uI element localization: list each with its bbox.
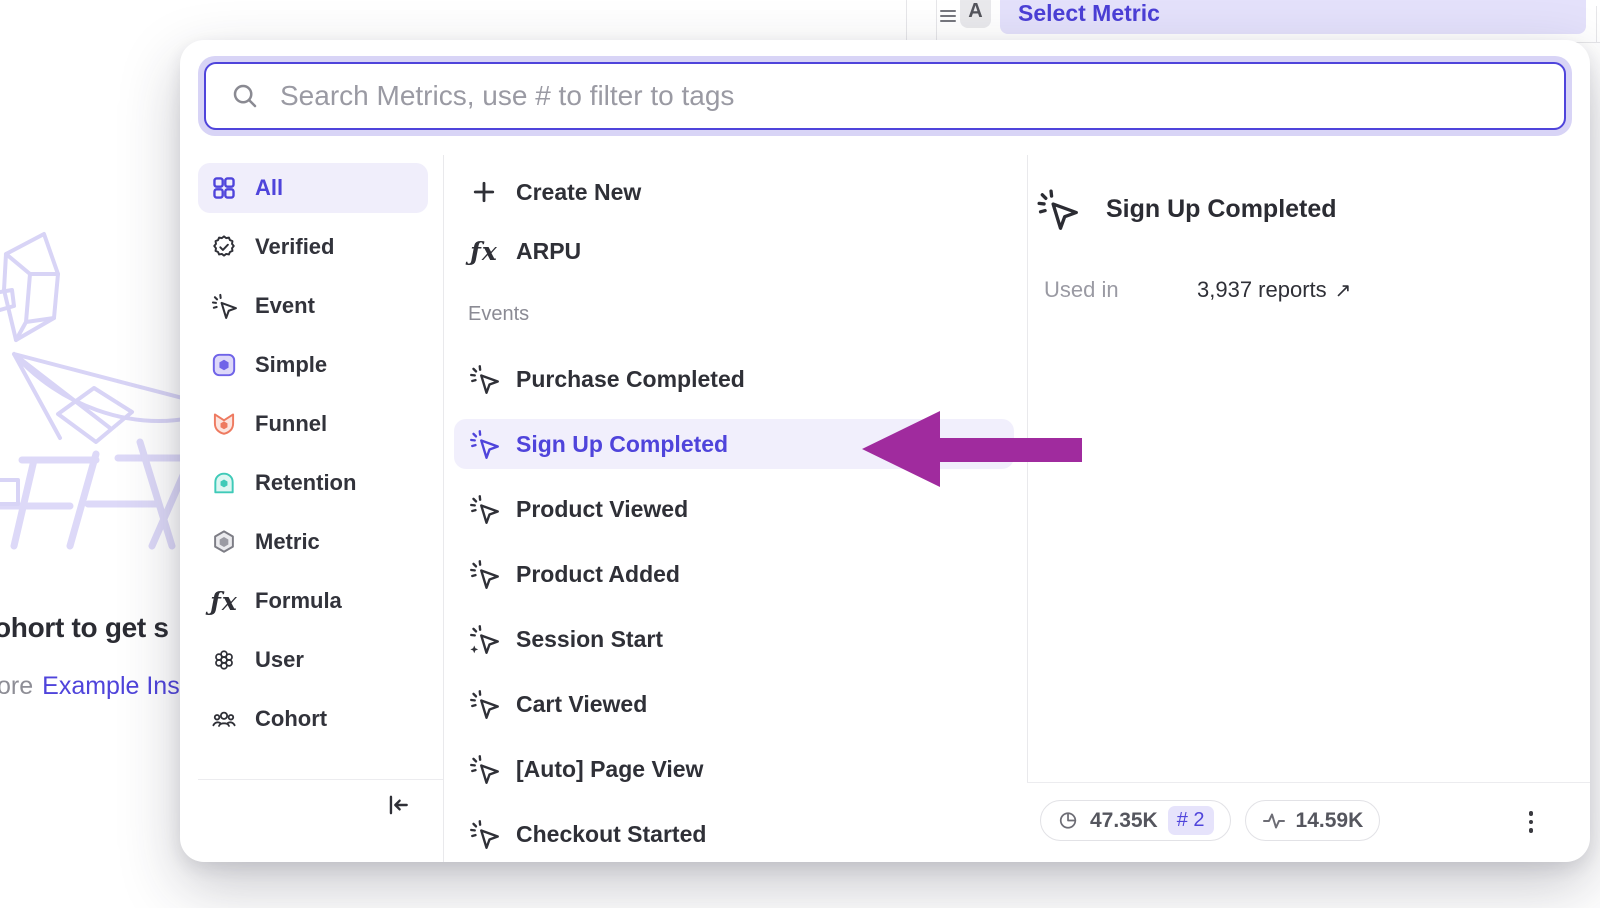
collapse-sidebar-button[interactable] xyxy=(377,785,419,825)
search-bar[interactable] xyxy=(204,62,1566,130)
sidebar-item-simple[interactable]: Simple xyxy=(198,340,428,390)
activity-count-chip[interactable]: 14.59K xyxy=(1245,800,1381,841)
custom-event-cursor-icon xyxy=(468,623,500,655)
kebab-menu-button[interactable] xyxy=(1518,805,1544,839)
list-item-label: Checkout Started xyxy=(516,821,706,848)
filter-sidebar: All Verified Event xyxy=(198,155,443,753)
sidebar-item-label: Retention xyxy=(255,470,356,496)
sidebar-item-cohort[interactable]: Cohort xyxy=(198,694,428,744)
north-east-arrow-icon: ↗ xyxy=(1335,278,1352,303)
sidebar-item-metric[interactable]: Metric xyxy=(198,517,428,567)
detail-title: Sign Up Completed xyxy=(1106,195,1337,224)
list-item-checkout-started[interactable]: Checkout Started xyxy=(454,809,1014,859)
formula-fx-icon: ƒx xyxy=(468,235,500,267)
event-cursor-icon xyxy=(468,558,500,590)
list-item-product-added[interactable]: Product Added xyxy=(454,549,1014,599)
rank-badge: # 2 xyxy=(1168,806,1214,835)
sidebar-item-event[interactable]: Event xyxy=(198,281,428,331)
sidebar-item-label: Event xyxy=(255,293,315,319)
panel-border xyxy=(1596,6,1597,42)
event-cursor-icon xyxy=(468,363,500,395)
event-cursor-icon xyxy=(211,293,237,319)
create-new-button[interactable]: Create New xyxy=(454,167,1014,217)
list-item-label: Sign Up Completed xyxy=(516,431,728,458)
sidebar-item-formula[interactable]: ƒx Formula xyxy=(198,576,428,626)
list-item-purchase-completed[interactable]: Purchase Completed xyxy=(454,354,1014,404)
cohort-people-icon xyxy=(211,706,237,732)
decorative-wireframe-art xyxy=(0,222,190,552)
event-cursor-icon xyxy=(468,688,500,720)
sidebar-item-label: User xyxy=(255,647,304,673)
simple-metric-icon xyxy=(211,352,237,378)
annotation-arrow xyxy=(850,400,1090,500)
sidebar-item-user[interactable]: User xyxy=(198,635,428,685)
list-item-arpu[interactable]: ƒx ARPU xyxy=(454,226,1014,276)
sidebar-item-verified[interactable]: Verified xyxy=(198,222,428,272)
empty-state-heading: ohort to get s xyxy=(0,612,169,644)
user-cluster-icon xyxy=(211,647,237,673)
list-item-label: [Auto] Page View xyxy=(516,756,703,783)
panel-border xyxy=(936,0,937,42)
sidebar-item-label: Funnel xyxy=(255,411,327,437)
used-in-label: Used in xyxy=(1044,277,1197,303)
list-item-label: Session Start xyxy=(516,626,663,653)
sidebar-item-label: All xyxy=(255,175,283,201)
list-item-cart-viewed[interactable]: Cart Viewed xyxy=(454,679,1014,729)
stat-value: 47.35K xyxy=(1090,809,1158,833)
list-item-label: Cart Viewed xyxy=(516,691,647,718)
sidebar-item-label: Cohort xyxy=(255,706,327,732)
sidebar-item-label: Verified xyxy=(255,234,334,260)
detail-footer-divider xyxy=(1027,782,1590,783)
drag-handle-icon[interactable] xyxy=(938,4,958,26)
list-item-label: Product Added xyxy=(516,561,680,588)
metric-list: Create New ƒx ARPU Events Purchase Compl… xyxy=(444,155,1027,862)
list-item-label: Product Viewed xyxy=(516,496,688,523)
select-metric-label: Select Metric xyxy=(1018,0,1160,27)
metric-hexagon-icon xyxy=(211,529,237,555)
search-input[interactable] xyxy=(280,80,1540,112)
grid-icon xyxy=(211,175,237,201)
panel-border xyxy=(906,0,907,42)
metric-letter-badge: A xyxy=(960,0,991,28)
stat-value: 14.59K xyxy=(1296,809,1364,833)
list-item-label: Create New xyxy=(516,179,641,206)
sidebar-item-label: Metric xyxy=(255,529,320,555)
collapse-left-icon xyxy=(384,792,412,818)
list-item-session-start[interactable]: Session Start xyxy=(454,614,1014,664)
events-section-header: Events xyxy=(468,303,529,326)
formula-fx-icon: ƒx xyxy=(211,588,237,614)
event-cursor-icon xyxy=(468,428,500,460)
metric-detail-panel: Sign Up Completed Used in 3,937 reports … xyxy=(1028,155,1590,862)
select-metric-row[interactable]: Select Metric xyxy=(1000,0,1586,34)
event-cursor-icon xyxy=(1036,188,1078,230)
funnel-icon xyxy=(211,411,237,437)
search-icon xyxy=(230,81,260,111)
sidebar-item-funnel[interactable]: Funnel xyxy=(198,399,428,449)
sidebar-item-label: Formula xyxy=(255,588,342,614)
list-item-auto-page-view[interactable]: [Auto] Page View xyxy=(454,744,1014,794)
list-item-label: ARPU xyxy=(516,238,581,265)
event-cursor-icon xyxy=(468,493,500,525)
empty-state-link-prefix: ore xyxy=(0,672,33,700)
used-in-reports-link[interactable]: 3,937 reports xyxy=(1197,277,1327,303)
pie-chart-icon xyxy=(1057,809,1080,832)
sidebar-item-all[interactable]: All xyxy=(198,163,428,213)
search-focus-ring xyxy=(198,56,1572,136)
example-insights-link[interactable]: Example Ins xyxy=(42,672,180,700)
sidebar-footer-divider xyxy=(198,779,443,780)
retention-icon xyxy=(211,470,237,496)
activity-icon xyxy=(1262,809,1286,833)
plus-icon xyxy=(468,176,500,208)
event-cursor-icon xyxy=(468,753,500,785)
sidebar-item-retention[interactable]: Retention xyxy=(198,458,428,508)
event-cursor-icon xyxy=(468,818,500,850)
sidebar-item-label: Simple xyxy=(255,352,327,378)
verified-badge-icon xyxy=(211,234,237,260)
list-item-label: Purchase Completed xyxy=(516,366,745,393)
total-count-chip[interactable]: 47.35K # 2 xyxy=(1040,800,1231,841)
